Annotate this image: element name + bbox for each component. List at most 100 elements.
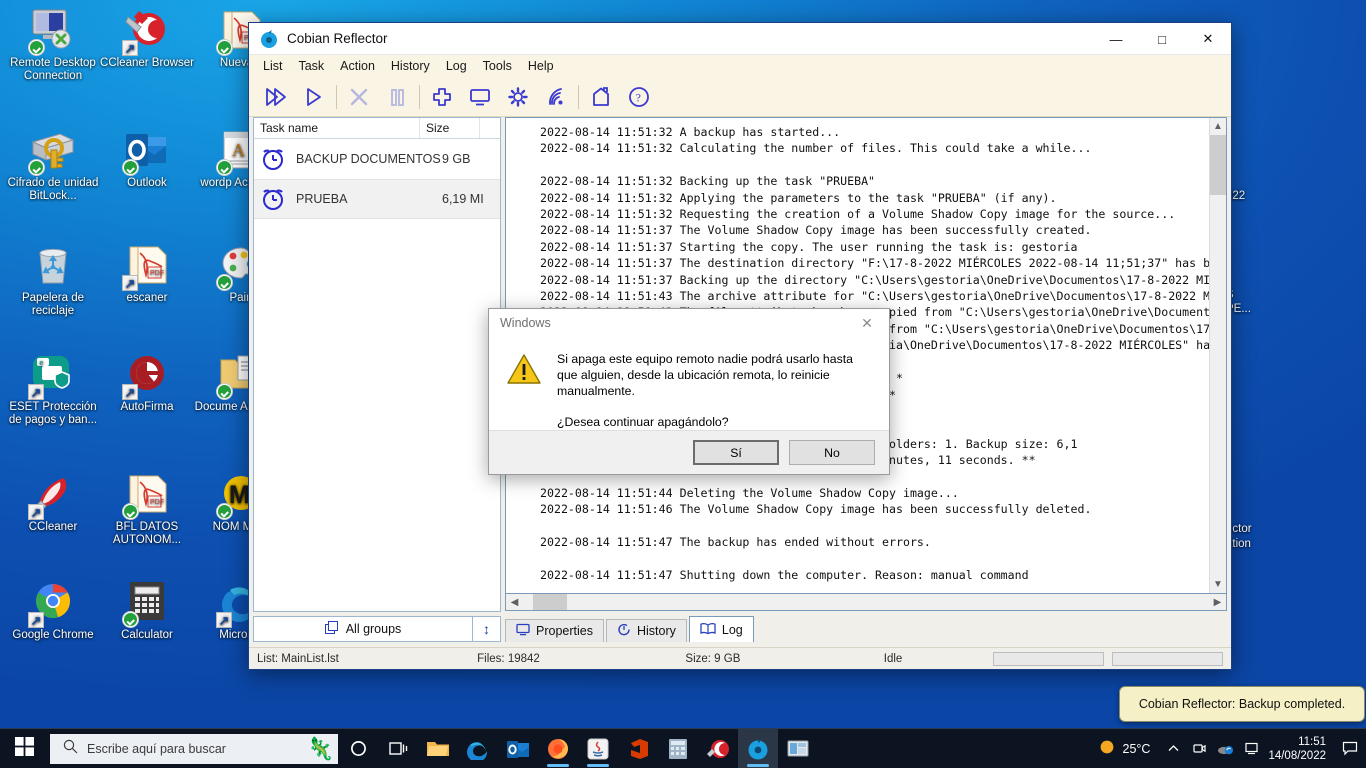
shortcut-arrow-badge-icon bbox=[122, 40, 138, 56]
horizontal-scroll-track[interactable] bbox=[523, 594, 1209, 610]
toolbar-separator bbox=[419, 84, 420, 109]
desktop-icon-label: Remote Desktop Connection bbox=[10, 56, 96, 83]
scroll-up-arrow-icon[interactable]: ▲ bbox=[1213, 118, 1223, 135]
taskbar-microsoft-office-icon[interactable] bbox=[618, 729, 658, 768]
taskbar-file-explorer-icon[interactable] bbox=[418, 729, 458, 768]
toolbar-home-icon[interactable] bbox=[582, 80, 620, 114]
shortcut-arrow-badge-icon bbox=[122, 275, 138, 291]
onedrive-synced-badge-icon bbox=[216, 39, 233, 56]
menu-item-tools[interactable]: Tools bbox=[475, 57, 520, 75]
minimize-button[interactable]: — bbox=[1093, 23, 1139, 55]
no-button[interactable]: No bbox=[789, 440, 875, 465]
taskbar-microsoft-edge-icon[interactable] bbox=[458, 729, 498, 768]
action-center-button[interactable] bbox=[1334, 729, 1366, 768]
desktop-icon-label: Cifrado de unidad BitLock... bbox=[7, 176, 99, 203]
remote-display-icon[interactable] bbox=[1238, 729, 1264, 768]
toolbar-monitor-icon[interactable] bbox=[461, 80, 499, 114]
svg-text:e: e bbox=[40, 360, 44, 367]
taskbar-java-icon[interactable] bbox=[578, 729, 618, 768]
menu-item-action[interactable]: Action bbox=[332, 57, 383, 75]
toolbar-run-selected-icon[interactable] bbox=[295, 80, 333, 114]
window-title-bar[interactable]: Cobian Reflector — □ ✕ bbox=[249, 23, 1231, 55]
tab-label: History bbox=[636, 624, 676, 638]
toolbar-settings-gear-icon[interactable] bbox=[499, 80, 537, 114]
desktop-icon-label: Outlook bbox=[127, 176, 167, 189]
chevron-up-icon[interactable] bbox=[1160, 729, 1186, 768]
desktop-icon-outlook[interactable]: Outlook bbox=[99, 128, 195, 190]
desktop-icon-chrome[interactable]: Google Chrome bbox=[5, 580, 101, 642]
clock[interactable]: 11:51 14/08/2022 bbox=[1264, 735, 1334, 763]
desktop-icon-rdp[interactable]: Remote Desktop Connection bbox=[5, 8, 101, 84]
menu-item-task[interactable]: Task bbox=[290, 57, 332, 75]
desktop-icon-pdf[interactable]: PDF BFL DATOS AUTONOM... bbox=[99, 472, 195, 548]
desktop-icon-pdf[interactable]: PDF escaner bbox=[99, 243, 195, 305]
tab-label: Properties bbox=[536, 624, 593, 638]
yes-button[interactable]: Sí bbox=[693, 440, 779, 465]
start-button[interactable] bbox=[0, 729, 48, 768]
weather-widget[interactable]: 25°C bbox=[1089, 739, 1161, 758]
onedrive-synced-badge-icon bbox=[216, 274, 233, 291]
menu-item-list[interactable]: List bbox=[255, 57, 290, 75]
svg-text:A: A bbox=[232, 140, 245, 160]
scroll-down-arrow-icon[interactable]: ▼ bbox=[1213, 576, 1223, 593]
desktop-icon-calculator[interactable]: Calculator bbox=[99, 580, 195, 642]
desktop-icon-ccleaner-browser[interactable]: CCleaner Browser bbox=[99, 8, 195, 70]
cortana-button[interactable] bbox=[338, 729, 378, 768]
toolbar-remote-signal-icon[interactable] bbox=[537, 80, 575, 114]
desktop-icon-recycle[interactable]: Papelera de reciclaje bbox=[5, 243, 101, 319]
task-list-row[interactable]: BACKUP DOCUMENTOS 9 GB bbox=[254, 139, 500, 179]
desktop-icon-label: escaner bbox=[126, 291, 168, 304]
dialog-title-bar[interactable]: Windows ✕ bbox=[489, 309, 889, 337]
desktop-icon-eset[interactable]: e ESET Protección de pagos y ban... bbox=[5, 352, 101, 428]
status-list: List: MainList.lst bbox=[257, 652, 339, 665]
log-horizontal-scrollbar[interactable]: ◀ ▶ bbox=[505, 594, 1227, 611]
toolbar-help-icon[interactable]: ? bbox=[620, 80, 658, 114]
close-button[interactable]: ✕ bbox=[1185, 23, 1231, 55]
search-input[interactable]: Escribe aquí para buscar 🦎 bbox=[50, 733, 338, 764]
taskbar-outlook-icon[interactable] bbox=[498, 729, 538, 768]
camera-icon[interactable] bbox=[1186, 729, 1212, 768]
scroll-left-arrow-icon[interactable]: ◀ bbox=[506, 597, 523, 608]
desktop-icon-autofirma[interactable]: AutoFirma bbox=[99, 352, 195, 414]
desktop-icon-label: CCleaner bbox=[28, 520, 78, 533]
desktop-icon-ccleaner[interactable]: CCleaner bbox=[5, 472, 101, 534]
tab-properties[interactable]: Properties bbox=[505, 619, 604, 642]
menu-item-help[interactable]: Help bbox=[520, 57, 562, 75]
column-header-task-name[interactable]: Task name bbox=[254, 118, 420, 138]
scroll-right-arrow-icon[interactable]: ▶ bbox=[1209, 597, 1226, 608]
tab-bar: Properties History Log bbox=[505, 616, 1227, 642]
toolbar-add-task-icon[interactable] bbox=[423, 80, 461, 114]
tab-history[interactable]: History bbox=[605, 619, 687, 642]
backup-completed-toast[interactable]: Cobian Reflector: Backup completed. bbox=[1119, 686, 1365, 722]
search-icon bbox=[63, 739, 78, 759]
taskbar-calculator-icon[interactable] bbox=[658, 729, 698, 768]
onedrive-sync-icon[interactable] bbox=[1212, 729, 1238, 768]
warning-triangle-icon bbox=[507, 353, 541, 385]
desktop-icon-bitlocker[interactable]: Cifrado de unidad BitLock... bbox=[5, 128, 101, 204]
menu-item-log[interactable]: Log bbox=[438, 57, 475, 75]
log-vertical-scrollbar[interactable]: ▲ ▼ bbox=[1209, 118, 1226, 593]
task-view-button[interactable] bbox=[378, 729, 418, 768]
toolbar-separator bbox=[578, 84, 579, 109]
dialog-close-button[interactable]: ✕ bbox=[851, 309, 883, 337]
menu-item-history[interactable]: History bbox=[383, 57, 438, 75]
shutdown-confirmation-dialog: Windows ✕ Si apaga este equipo remoto na… bbox=[488, 308, 890, 475]
group-selector[interactable]: All groups bbox=[253, 616, 473, 642]
task-size: 6,19 MI bbox=[442, 192, 484, 206]
task-name: BACKUP DOCUMENTOS bbox=[296, 152, 441, 166]
task-list-row[interactable]: PRUEBA 6,19 MI bbox=[254, 179, 500, 219]
taskbar-firefox-icon[interactable] bbox=[538, 729, 578, 768]
dialog-buttons: Sí No bbox=[489, 430, 889, 474]
progress-bar-primary bbox=[992, 651, 1104, 666]
toolbar-run-all-icon[interactable] bbox=[257, 80, 295, 114]
monitor-icon bbox=[516, 623, 530, 639]
group-spinner-button[interactable]: ↕ bbox=[473, 616, 501, 642]
taskbar-cobian-reflector-icon[interactable] bbox=[738, 728, 778, 768]
vertical-scroll-track[interactable] bbox=[1210, 135, 1226, 576]
tab-log[interactable]: Log bbox=[688, 616, 754, 642]
column-header-size[interactable]: Size bbox=[420, 118, 480, 138]
taskbar-remote-desktop-icon[interactable] bbox=[778, 729, 818, 768]
tab-label: Log bbox=[721, 622, 743, 637]
maximize-button[interactable]: □ bbox=[1139, 23, 1185, 55]
taskbar-ccleaner-icon[interactable] bbox=[698, 729, 738, 768]
